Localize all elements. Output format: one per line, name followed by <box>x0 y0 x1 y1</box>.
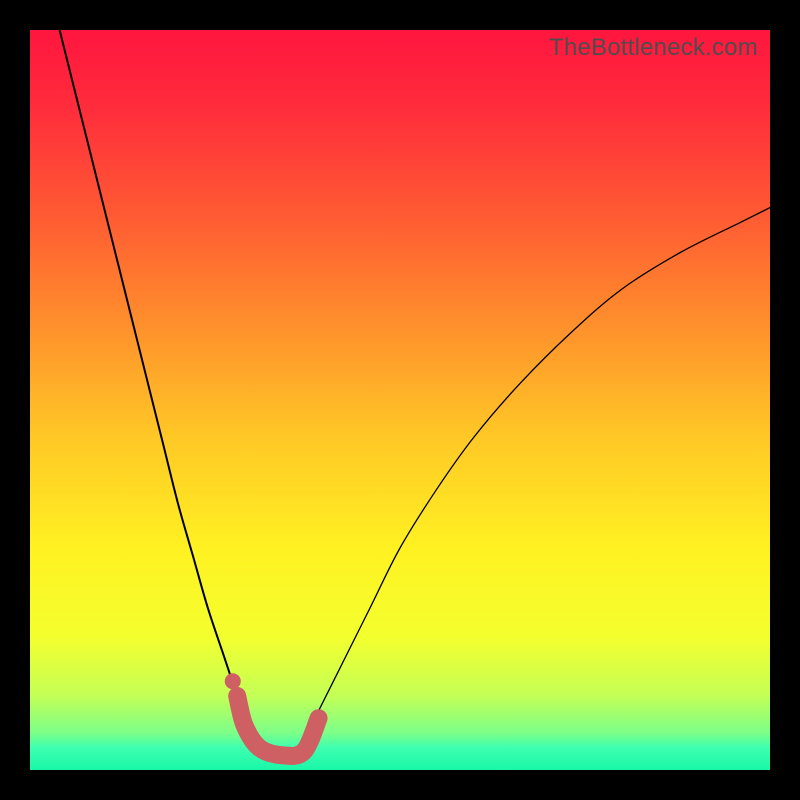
bottleneck-dot <box>225 673 241 689</box>
bottleneck-highlight <box>237 696 318 756</box>
curve-layer <box>30 30 770 770</box>
chart-frame: TheBottleneck.com <box>0 0 800 800</box>
curve-right-branch <box>289 208 770 756</box>
plot-area: TheBottleneck.com <box>30 30 770 770</box>
curve-left-branch <box>60 30 289 755</box>
